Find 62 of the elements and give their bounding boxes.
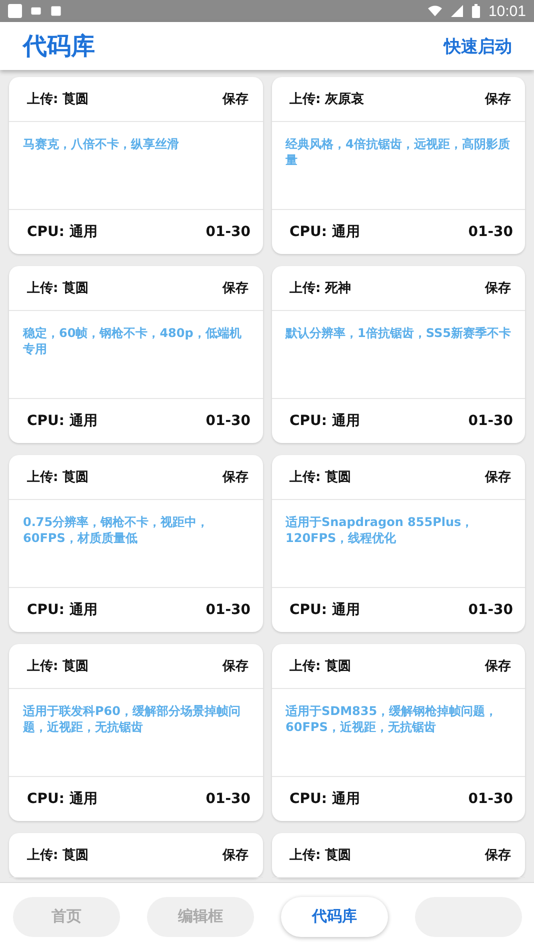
date-label: 01-30 (206, 224, 250, 240)
date-label: 01-30 (206, 791, 250, 807)
cpu-label: CPU: 通用 (290, 223, 360, 241)
uploader-label: 上传: 莨圆 (27, 658, 89, 675)
save-link[interactable]: 保存 (222, 657, 248, 675)
date-label: 01-30 (206, 413, 250, 429)
battery-icon (472, 4, 480, 18)
config-card[interactable]: 上传: 莨圆 保存 马赛克，八倍不卡，纵享丝滑 CPU: 通用 01-30 (9, 77, 262, 254)
uploader-label: 上传: 莨圆 (290, 658, 352, 675)
cpu-label: CPU: 通用 (27, 601, 98, 619)
signal-icon (450, 5, 464, 17)
uploader-label: 上传: 莨圆 (27, 847, 89, 864)
cpu-label: CPU: 通用 (290, 412, 360, 430)
date-label: 01-30 (468, 791, 513, 807)
config-description: 适用于SDM835，缓解钢枪掉帧问题，60FPS，近视距，无抗锯齿 (286, 703, 498, 735)
config-card[interactable]: 上传: 莨圆 保存 适用于Snapdragon 855Plus，120FPS，线程优化 CPU: 通用 01-30 (272, 455, 525, 632)
config-description: 马赛克，八倍不卡，纵享丝滑 (23, 136, 180, 152)
uploader-label: 上传: 莨圆 (27, 280, 89, 297)
config-description: 稳定，60帧，钢枪不卡，480p，低端机专用 (23, 325, 242, 357)
uploader-label: 上传: 莨圆 (290, 469, 352, 486)
uploader-label: 上传: 死神 (290, 280, 352, 297)
uploader-label: 上传: 莨圆 (290, 847, 352, 864)
config-card[interactable]: 上传: 灰原哀 保存 经典风格，4倍抗锯齿，远视距，高阴影质量 CPU: 通用 01-30 (272, 77, 525, 254)
date-label: 01-30 (468, 413, 513, 429)
uploader-label: 上传: 莨圆 (27, 91, 89, 108)
save-link[interactable]: 保存 (222, 468, 248, 486)
date-label: 01-30 (206, 602, 250, 618)
config-card[interactable]: 上传: 莨圆 保存 稳定，60帧，钢枪不卡，480p，低端机专用 CPU: 通用 01-30 (9, 266, 262, 443)
config-description: 默认分辨率，1倍抗锯齿，SS5新赛季不卡 (286, 325, 511, 341)
config-description: 0.75分辨率，钢枪不卡，视距中，60FPS，材质质量低 (23, 514, 210, 546)
save-link[interactable]: 保存 (222, 846, 248, 864)
save-link[interactable]: 保存 (485, 279, 511, 297)
date-label: 01-30 (468, 224, 513, 240)
save-link[interactable]: 保存 (485, 846, 511, 864)
save-link[interactable]: 保存 (222, 90, 248, 108)
config-description: 经典风格，4倍抗锯齿，远视距，高阴影质量 (286, 136, 511, 168)
config-description: 适用于Snapdragon 855Plus，120FPS，线程优化 (286, 514, 474, 546)
page-title: 代码库 (23, 31, 95, 62)
cpu-label: CPU: 通用 (27, 223, 98, 241)
cpu-label: CPU: 通用 (290, 601, 360, 619)
config-description: 适用于联发科P60，缓解部分场景掉帧问题，近视距，无抗锯齿 (23, 703, 242, 735)
clock: 10:01 (488, 2, 526, 20)
config-card[interactable]: 上传: 莨圆 保存 适用于联发科P60，缓解部分场景掉帧问题，近视距，无抗锯齿 CPU: 通用 01-30 (9, 644, 262, 821)
cpu-label: CPU: 通用 (27, 412, 98, 430)
config-card[interactable]: 上传: 莨圆 保存 适用于SDM835，缓解钢枪掉帧问题，60FPS，近视距，无抗锯齿 CPU: 通用 01-30 (272, 644, 525, 821)
save-link[interactable]: 保存 (485, 90, 511, 108)
save-link[interactable]: 保存 (485, 657, 511, 675)
quick-start-link[interactable]: 快速启动 (444, 34, 512, 58)
nav-button[interactable]: 代码库 (281, 896, 388, 936)
save-link[interactable]: 保存 (222, 279, 248, 297)
save-link[interactable]: 保存 (485, 468, 511, 486)
config-card[interactable]: 上传: 莨圆 保存 (272, 833, 525, 878)
config-card[interactable]: 上传: 莨圆 保存 0.75分辨率，钢枪不卡，视距中，60FPS，材质质量低 CPU: 通用 01-30 (9, 455, 262, 632)
date-label: 01-30 (468, 602, 513, 618)
cpu-label: CPU: 通用 (290, 790, 360, 808)
config-card[interactable]: 上传: 莨圆 保存 (9, 833, 262, 878)
config-card[interactable]: 上传: 死神 保存 默认分辨率，1倍抗锯齿，SS5新赛季不卡 CPU: 通用 01-30 (272, 266, 525, 443)
wifi-icon (428, 5, 442, 17)
uploader-label: 上传: 灰原哀 (290, 90, 364, 108)
uploader-label: 上传: 莨圆 (27, 469, 89, 486)
app-icon (8, 4, 22, 18)
cpu-label: CPU: 通用 (27, 790, 98, 808)
